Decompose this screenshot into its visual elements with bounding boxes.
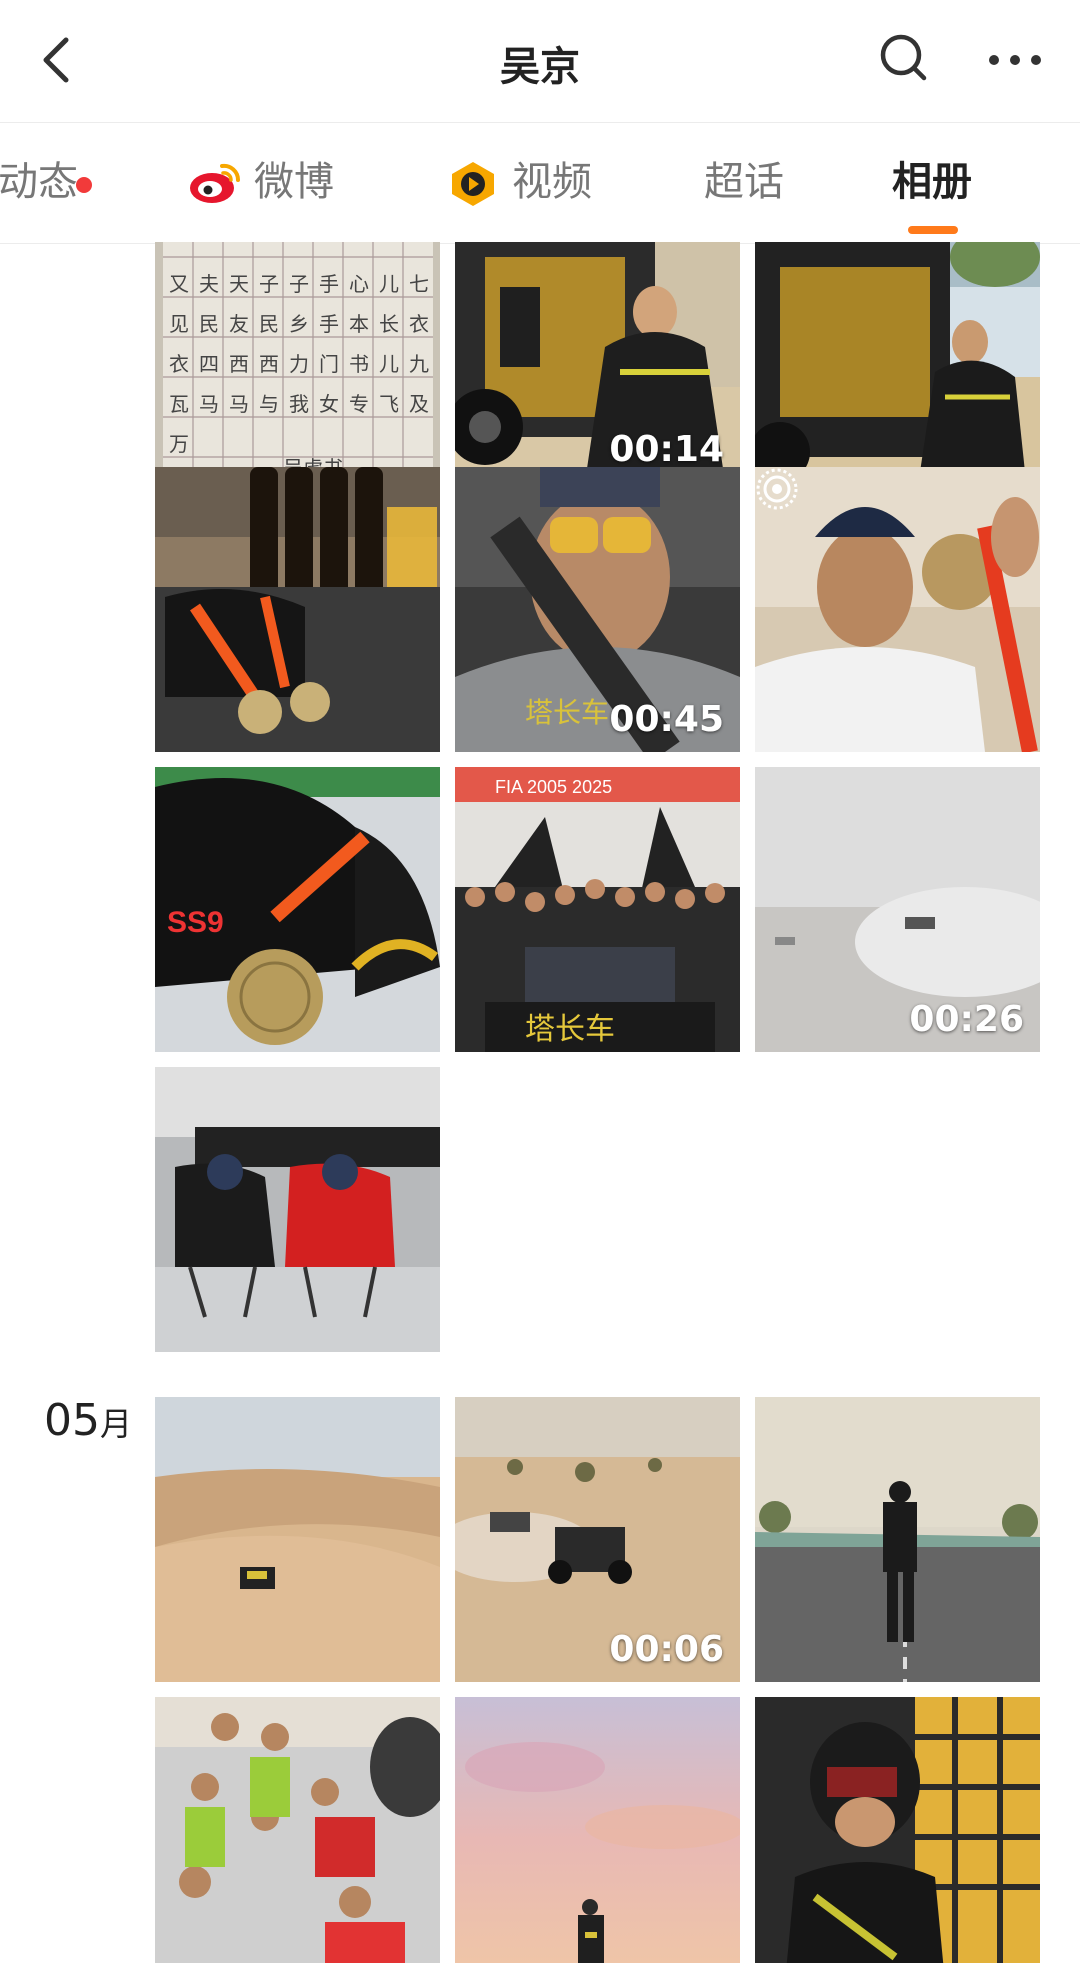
album-tile-sunset-portrait[interactable] <box>455 1697 740 1963</box>
svg-text:长: 长 <box>379 312 399 336</box>
svg-text:民: 民 <box>199 312 219 336</box>
tab-video[interactable]: 视频 <box>446 157 592 207</box>
svg-text:见: 见 <box>169 312 189 336</box>
album-tile-group-selfie[interactable] <box>155 1697 440 1963</box>
active-tab-indicator <box>908 226 958 234</box>
svg-text:塔长车: 塔长车 <box>525 1013 615 1046</box>
svg-text:子: 子 <box>259 272 279 296</box>
svg-text:子: 子 <box>289 272 309 296</box>
svg-text:专: 专 <box>349 392 369 416</box>
tab-weibo[interactable]: 微博 <box>188 157 334 207</box>
svg-text:FIA 2005 2025: FIA 2005 2025 <box>495 777 612 797</box>
video-duration: 00:45 <box>609 699 724 740</box>
svg-text:瓦: 瓦 <box>169 392 189 416</box>
album-tile-overturned-car[interactable] <box>755 242 1040 482</box>
album-tile-cap-medal[interactable]: SS9 <box>155 767 440 1052</box>
video-icon <box>452 162 494 206</box>
album-tile-video-dust[interactable]: 00:26 <box>755 767 1040 1052</box>
svg-text:马: 马 <box>229 392 249 416</box>
svg-text:马: 马 <box>199 392 219 416</box>
album-tile-video-buggy[interactable]: 00:06 <box>455 1397 740 1682</box>
svg-text:又: 又 <box>169 272 189 296</box>
svg-text:女: 女 <box>319 392 339 416</box>
svg-text:我: 我 <box>289 392 309 416</box>
album-tile-resting-crew[interactable] <box>155 1067 440 1352</box>
tab-dynamics[interactable]: 动态 <box>0 157 92 207</box>
svg-text:民: 民 <box>259 312 279 336</box>
svg-text:西: 西 <box>229 352 249 376</box>
album-tile-desert-dunes[interactable] <box>155 1397 440 1682</box>
album-tile-video-selfie-car[interactable]: 塔长车 00:45 <box>455 467 740 752</box>
live-photo-icon <box>756 468 798 510</box>
video-duration: 00:26 <box>909 999 1024 1040</box>
svg-text:西: 西 <box>259 352 279 376</box>
svg-text:儿: 儿 <box>379 352 399 376</box>
svg-text:衣: 衣 <box>169 352 189 376</box>
svg-text:九: 九 <box>409 352 429 376</box>
svg-text:衣: 衣 <box>409 312 429 336</box>
svg-text:本: 本 <box>349 312 369 336</box>
svg-text:夫: 夫 <box>199 272 219 296</box>
month-section-label: 05月 <box>44 1395 133 1446</box>
svg-text:天: 天 <box>229 272 249 296</box>
svg-text:万: 万 <box>169 432 189 456</box>
svg-text:心: 心 <box>349 272 369 296</box>
more-options-icon[interactable] <box>980 28 1050 88</box>
svg-text:书: 书 <box>349 352 369 376</box>
album-tile-champagne-medals[interactable] <box>155 467 440 752</box>
album-tile-road-standing[interactable] <box>755 1397 1040 1682</box>
album-tile-live-medal[interactable] <box>755 467 1040 752</box>
svg-text:乡: 乡 <box>289 312 309 336</box>
svg-text:友: 友 <box>229 312 249 336</box>
album-tile-calligraphy[interactable]: 又夫天子子手心儿七 见民友民乡手本长衣 衣四西西力门书儿九 瓦马马与我女专飞及 … <box>155 242 440 482</box>
album-tile-team-photo[interactable]: FIA 2005 2025 塔长车 <box>455 767 740 1052</box>
top-bar: 吴京 <box>0 0 1080 122</box>
album-tile-video-rally-car[interactable]: 00:14 <box>455 242 740 482</box>
svg-text:塔长车: 塔长车 <box>525 697 609 729</box>
svg-text:四: 四 <box>199 352 219 376</box>
tab-super-topic[interactable]: 超话 <box>704 157 784 207</box>
tab-album[interactable]: 相册 <box>892 157 972 207</box>
svg-text:力: 力 <box>289 352 309 376</box>
svg-text:门: 门 <box>319 352 339 376</box>
album-tile-helmet-driver[interactable] <box>755 1697 1040 1963</box>
video-duration: 00:06 <box>609 1629 724 1670</box>
svg-text:飞: 飞 <box>379 392 399 416</box>
photo-grid: 又夫天子子手心儿七 见民友民乡手本长衣 衣四西西力门书儿九 瓦马马与我女专飞及 … <box>0 242 1080 1963</box>
svg-text:手: 手 <box>319 312 339 336</box>
svg-text:SS9: SS9 <box>167 906 224 939</box>
weibo-icon <box>190 163 241 203</box>
svg-text:手: 手 <box>319 272 339 296</box>
notification-dot <box>76 177 92 193</box>
svg-text:及: 及 <box>409 392 429 416</box>
video-duration: 00:14 <box>609 429 724 470</box>
svg-text:与: 与 <box>259 392 279 416</box>
search-icon[interactable] <box>874 28 934 88</box>
svg-text:七: 七 <box>409 272 429 296</box>
svg-text:儿: 儿 <box>379 272 399 296</box>
